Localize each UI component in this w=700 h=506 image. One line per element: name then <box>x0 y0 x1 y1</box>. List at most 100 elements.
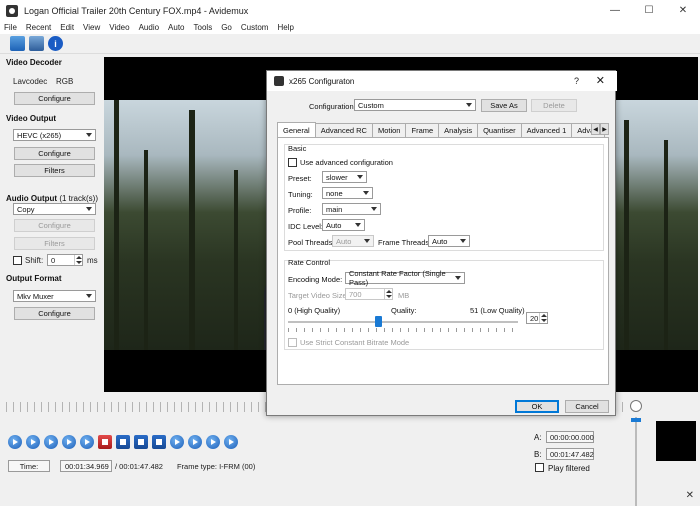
tree-trunk <box>189 110 195 350</box>
play-icon[interactable] <box>8 435 22 449</box>
dialog-close-button[interactable]: ✕ <box>596 74 605 87</box>
volume-slider-handle[interactable] <box>631 418 641 422</box>
output-format-select[interactable]: Mkv Muxer <box>13 290 96 302</box>
preset-select[interactable]: slower <box>322 171 367 183</box>
video-decoder-title: Video Decoder <box>6 58 62 67</box>
shift-spinbox[interactable]: 0 <box>47 254 83 266</box>
frame-threads-select[interactable]: Auto <box>428 235 470 247</box>
format-configure-button[interactable]: Configure <box>14 307 95 320</box>
volume-icon[interactable] <box>630 400 642 412</box>
menu-tools[interactable]: Tools <box>194 23 213 32</box>
pool-threads-value: Auto <box>336 236 352 246</box>
strict-cbr-checkbox[interactable] <box>288 338 297 347</box>
tab-scroll-left-icon[interactable]: ◀ <box>591 123 600 135</box>
video-filters-button[interactable]: Filters <box>14 164 95 177</box>
menu-help[interactable]: Help <box>277 23 293 32</box>
video-output-value: HEVC (x265) <box>17 130 62 140</box>
tab-analysis[interactable]: Analysis <box>438 123 479 137</box>
last-frame-icon[interactable] <box>188 435 202 449</box>
pool-threads-select[interactable]: Auto <box>332 235 374 247</box>
delete-button[interactable]: Delete <box>531 99 577 112</box>
tree-trunk <box>664 140 668 350</box>
tab-advanced-1[interactable]: Advanced 1 <box>520 123 573 137</box>
configuration-value: Custom <box>358 100 384 110</box>
menu-edit[interactable]: Edit <box>60 23 74 32</box>
minimize-button[interactable]: — <box>598 0 632 21</box>
set-marker-b-icon[interactable] <box>116 435 130 449</box>
rewind-icon[interactable] <box>26 435 40 449</box>
close-button[interactable]: ✕ <box>666 0 700 21</box>
menu-view[interactable]: View <box>83 23 100 32</box>
open-folder-icon[interactable] <box>10 36 25 51</box>
decoder-configure-button[interactable]: Configure <box>14 92 95 105</box>
tab-motion[interactable]: Motion <box>371 123 407 137</box>
quality-spinbox[interactable]: 20 <box>526 312 548 324</box>
play-filtered-checkbox[interactable] <box>535 463 544 472</box>
shift-checkbox[interactable] <box>13 256 22 265</box>
next-black-frame-icon[interactable] <box>152 435 166 449</box>
chevron-down-icon <box>460 239 466 243</box>
close-icon[interactable]: ✕ <box>686 490 694 501</box>
spin-arrows-icon[interactable] <box>384 289 392 299</box>
idc-level-select[interactable]: Auto <box>322 219 365 231</box>
quality-slider-handle[interactable] <box>375 316 383 327</box>
audio-output-select[interactable]: Copy <box>13 203 96 215</box>
tab-frame[interactable]: Frame <box>405 123 440 137</box>
first-frame-icon[interactable] <box>170 435 184 449</box>
help-button[interactable]: ? <box>574 76 579 86</box>
target-size-spinbox[interactable]: 700 <box>345 288 393 300</box>
shift-unit: ms <box>87 256 98 265</box>
encoding-mode-select[interactable]: Constant Rate Factor (Single Pass) <box>345 269 465 287</box>
maximize-button[interactable]: ☐ <box>632 0 666 21</box>
menu-recent[interactable]: Recent <box>26 23 51 32</box>
tab-quantiser[interactable]: Quantiser <box>477 123 522 137</box>
menu-file[interactable]: File <box>4 23 17 32</box>
fast-forward-icon[interactable] <box>44 435 58 449</box>
video-output-select[interactable]: HEVC (x265) <box>13 129 96 141</box>
volume-slider[interactable] <box>635 417 637 506</box>
tree-trunk <box>114 100 119 350</box>
video-configure-button[interactable]: Configure <box>14 147 95 160</box>
menu-auto[interactable]: Auto <box>168 23 184 32</box>
tuning-label: Tuning: <box>288 190 313 199</box>
rate-control-title: Rate Control <box>288 258 331 267</box>
profile-select[interactable]: main <box>322 203 381 215</box>
spin-arrows-icon[interactable] <box>74 255 82 265</box>
time-label: Time: <box>8 460 50 472</box>
use-advanced-checkbox[interactable] <box>288 158 297 167</box>
encoding-mode-value: Constant Rate Factor (Single Pass) <box>349 269 446 287</box>
shift-value: 0 <box>51 255 56 265</box>
avidemux-icon <box>6 4 18 17</box>
quality-slider[interactable] <box>288 321 518 323</box>
goto-marker-a-icon[interactable] <box>206 435 220 449</box>
cancel-button[interactable]: Cancel <box>565 400 609 413</box>
audio-configure-button[interactable]: Configure <box>14 219 95 232</box>
chevron-down-icon <box>86 294 92 298</box>
previous-frame-icon[interactable] <box>62 435 76 449</box>
tuning-select[interactable]: none <box>322 187 373 199</box>
goto-marker-b-icon[interactable] <box>224 435 238 449</box>
tab-general[interactable]: General <box>277 122 316 137</box>
menu-audio[interactable]: Audio <box>139 23 159 32</box>
left-panel: Video Decoder Lavcodec RGB Configure Vid… <box>0 55 104 400</box>
strict-cbr-label: Use Strict Constant Bitrate Mode <box>300 338 410 347</box>
menu-video[interactable]: Video <box>109 23 129 32</box>
menu-custom[interactable]: Custom <box>241 23 269 32</box>
target-size-label: Target Video Size: <box>288 291 349 300</box>
chevron-down-icon <box>466 103 472 107</box>
set-marker-a-icon[interactable] <box>98 435 112 449</box>
configuration-select[interactable]: Custom <box>354 99 476 111</box>
save-icon[interactable] <box>29 36 44 51</box>
menu-go[interactable]: Go <box>221 23 232 32</box>
previous-black-frame-icon[interactable] <box>134 435 148 449</box>
frame-threads-value: Auto <box>432 236 448 246</box>
save-as-button[interactable]: Save As <box>481 99 527 112</box>
info-icon[interactable]: i <box>48 36 63 51</box>
current-time-field[interactable]: 00:01:34.969 <box>60 460 112 472</box>
next-frame-icon[interactable] <box>80 435 94 449</box>
tab-advanced-rc[interactable]: Advanced RC <box>314 123 373 137</box>
ok-button[interactable]: OK <box>515 400 559 413</box>
tab-scroll-right-icon[interactable]: ▶ <box>600 123 609 135</box>
spin-arrows-icon[interactable] <box>539 313 547 323</box>
audio-filters-button[interactable]: Filters <box>14 237 95 250</box>
